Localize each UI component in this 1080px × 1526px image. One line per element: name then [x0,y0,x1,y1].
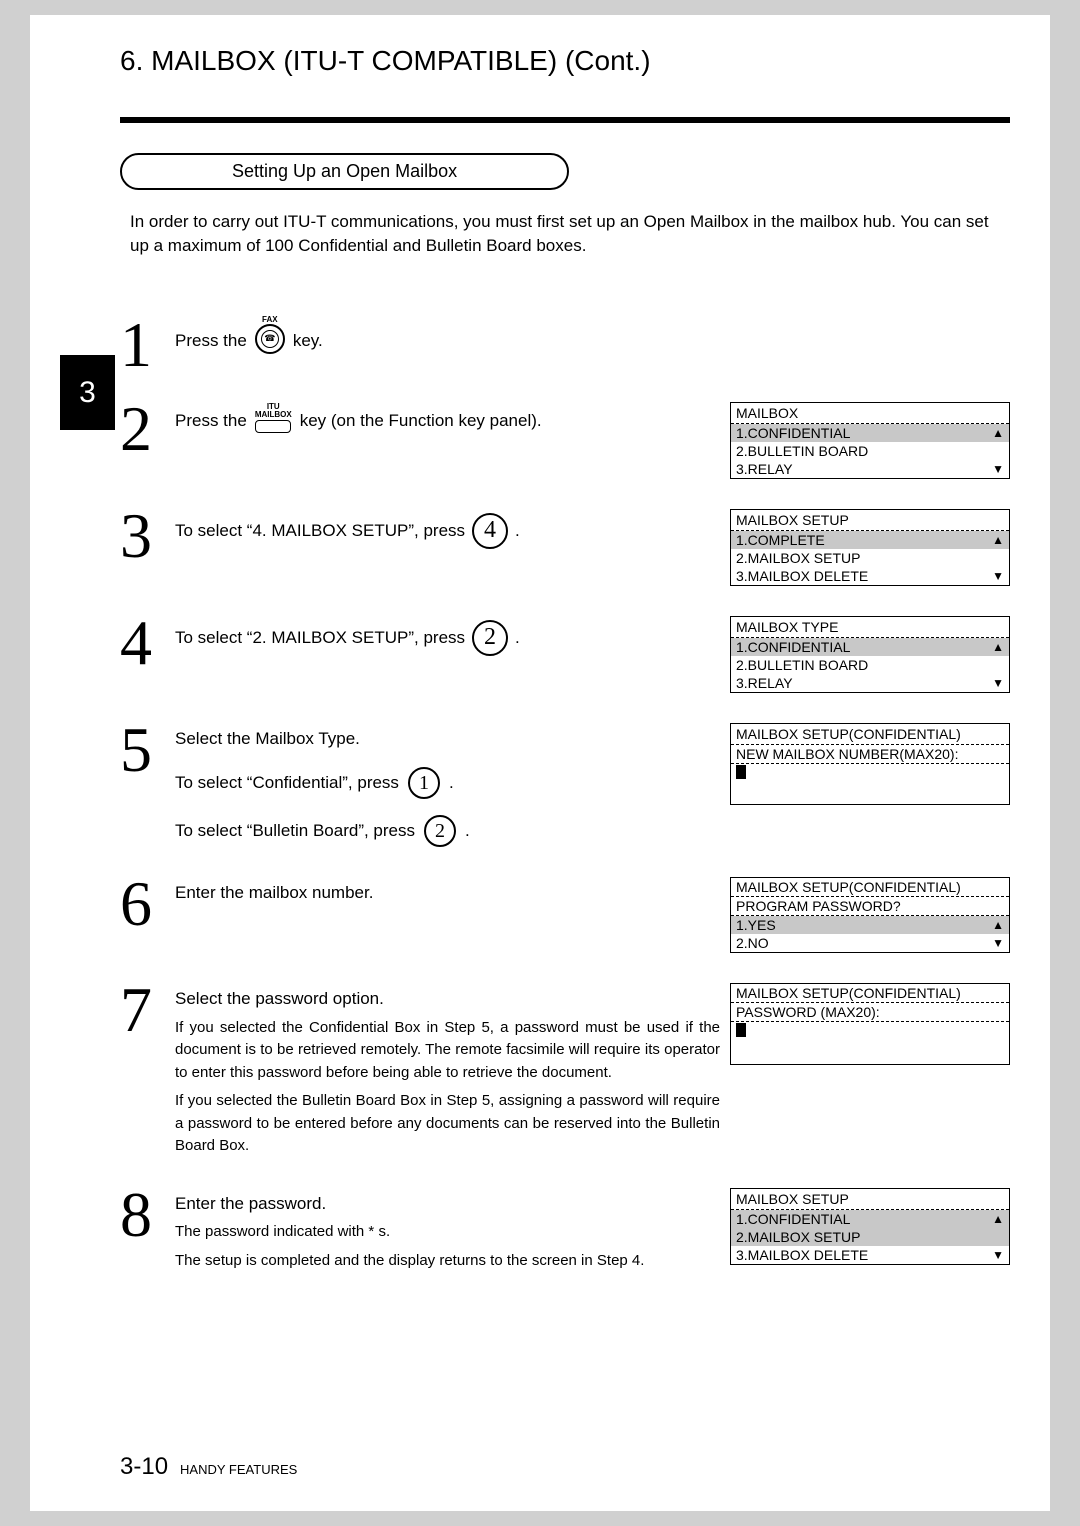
footer: 3-10 HANDY FEATURES [120,1453,297,1481]
fax-key-icon: FAX ☎ [255,316,285,354]
step-number: 5 [120,723,165,777]
lcd-item: 3.RELAY [736,675,793,691]
lcd-display: MAILBOX TYPE 1.CONFIDENTIAL ▲ 2.BULLETIN … [730,616,1010,693]
step-title: Enter the password. [175,1192,720,1216]
step-1: 1 Press the FAX ☎ key. [120,318,1010,372]
lcd-item: 2.BULLETIN BOARD [736,443,868,459]
lcd-title: MAILBOX TYPE [731,617,1009,638]
down-arrow-icon: ▼ [992,1248,1004,1262]
step-paragraph: If you selected the Confidential Box in … [175,1017,720,1085]
lcd-display: MAILBOX SETUP(CONFIDENTIAL) PROGRAM PASS… [730,877,1010,953]
lcd-title: MAILBOX SETUP(CONFIDENTIAL) [731,724,1009,744]
cursor-icon [736,765,746,779]
up-arrow-icon: ▲ [992,533,1004,547]
step-6: 6 Enter the mailbox number. MAILBOX SETU… [120,877,1010,953]
cursor-icon [736,1023,746,1037]
step-7: 7 Select the password option. If you sel… [120,983,1010,1158]
step-number: 8 [120,1188,165,1242]
lcd-title: MAILBOX SETUP(CONFIDENTIAL) [731,878,1009,896]
lcd-title: MAILBOX [731,403,1009,424]
step-text: . [515,519,520,543]
step-4: 4 To select “2. MAILBOX SETUP”, press 2 … [120,616,1010,693]
step-text: To select “2. MAILBOX SETUP”, press [175,626,465,650]
lcd-title: MAILBOX SETUP(CONFIDENTIAL) [731,984,1009,1002]
digit-key-icon: 2 [472,620,508,656]
down-arrow-icon: ▼ [992,569,1004,583]
down-arrow-icon: ▼ [992,676,1004,690]
lcd-item: 2.BULLETIN BOARD [736,657,868,673]
step-text: To select “Confidential”, press [175,771,399,795]
step-number: 7 [120,983,165,1037]
step-number: 3 [120,509,165,563]
lcd-item: 1.CONFIDENTIAL [736,639,850,655]
step-text: . [465,819,470,843]
step-text: . [515,626,520,650]
digit-key-icon: 4 [472,513,508,549]
step-number: 4 [120,616,165,670]
step-text: Press the [175,409,247,433]
step-3: 3 To select “4. MAILBOX SETUP”, press 4 … [120,509,1010,586]
lcd-item: 3.MAILBOX DELETE [736,1247,868,1263]
lcd-item: 3.RELAY [736,461,793,477]
lcd-item: NEW MAILBOX NUMBER(MAX20): [736,746,958,762]
lcd-display: MAILBOX SETUP 1.COMPLETE ▲ 2.MAILBOX SETU… [730,509,1010,586]
digit-key-icon: 1 [408,767,440,799]
lcd-title: MAILBOX SETUP [731,510,1009,531]
up-arrow-icon: ▲ [992,1212,1004,1226]
step-text: Press the [175,329,247,353]
lcd-item: 3.MAILBOX DELETE [736,568,868,584]
lcd-item: 2.MAILBOX SETUP [736,550,860,566]
intro-text: In order to carry out ITU-T communicatio… [130,210,1010,258]
page-title: 6. MAILBOX (ITU-T COMPATIBLE) (Cont.) [30,45,1010,77]
up-arrow-icon: ▲ [992,640,1004,654]
lcd-item: 1.CONFIDENTIAL [736,425,850,441]
step-text: To select “Bulletin Board”, press [175,819,415,843]
lcd-item: 1.COMPLETE [736,532,825,548]
step-text: . [449,771,454,795]
lcd-display: MAILBOX SETUP 1.CONFIDENTIAL ▲ 2.MAILBOX … [730,1188,1010,1265]
lcd-item: PASSWORD (MAX20): [736,1004,880,1020]
step-number: 2 [120,402,165,456]
down-arrow-icon: ▼ [992,936,1004,950]
step-sub: The setup is completed and the display r… [175,1250,720,1273]
lcd-display: MAILBOX 1.CONFIDENTIAL ▲ 2.BULLETIN BOARD… [730,402,1010,479]
step-title: Select the password option. [175,987,720,1011]
lcd-item: 2.MAILBOX SETUP [736,1229,860,1245]
lcd-title: MAILBOX SETUP [731,1189,1009,1210]
step-paragraph: If you selected the Bulletin Board Box i… [175,1090,720,1158]
down-arrow-icon: ▼ [992,462,1004,476]
subheading: Setting Up an Open Mailbox [120,153,569,190]
step-text: To select “4. MAILBOX SETUP”, press [175,519,465,543]
step-text: key. [293,329,323,353]
step-2: 2 Press the ITU MAILBOX key (on the Func… [120,402,1010,479]
step-title: Enter the mailbox number. [175,881,720,905]
lcd-display: MAILBOX SETUP(CONFIDENTIAL) PASSWORD (MA… [730,983,1010,1065]
step-text: key (on the Function key panel). [300,409,542,433]
divider [120,117,1010,123]
lcd-display: MAILBOX SETUP(CONFIDENTIAL) NEW MAILBOX … [730,723,1010,805]
step-title: Select the Mailbox Type. [175,727,720,751]
lcd-item: 2.NO [736,935,769,951]
lcd-item: PROGRAM PASSWORD? [736,898,901,914]
step-number: 1 [120,318,165,372]
section-name: HANDY FEATURES [180,1462,297,1477]
step-number: 6 [120,877,165,931]
step-5: 5 Select the Mailbox Type. To select “Co… [120,723,1010,847]
up-arrow-icon: ▲ [992,426,1004,440]
itu-mailbox-key-icon: ITU MAILBOX [255,403,292,433]
chapter-tab: 3 [60,355,115,430]
step-sub: The password indicated with * s. [175,1221,720,1244]
lcd-item: 1.YES [736,917,776,933]
lcd-item: 1.CONFIDENTIAL [736,1211,850,1227]
up-arrow-icon: ▲ [992,918,1004,932]
digit-key-icon: 2 [424,815,456,847]
step-8: 8 Enter the password. The password indic… [120,1188,1010,1273]
page-number: 3-10 [120,1453,168,1481]
